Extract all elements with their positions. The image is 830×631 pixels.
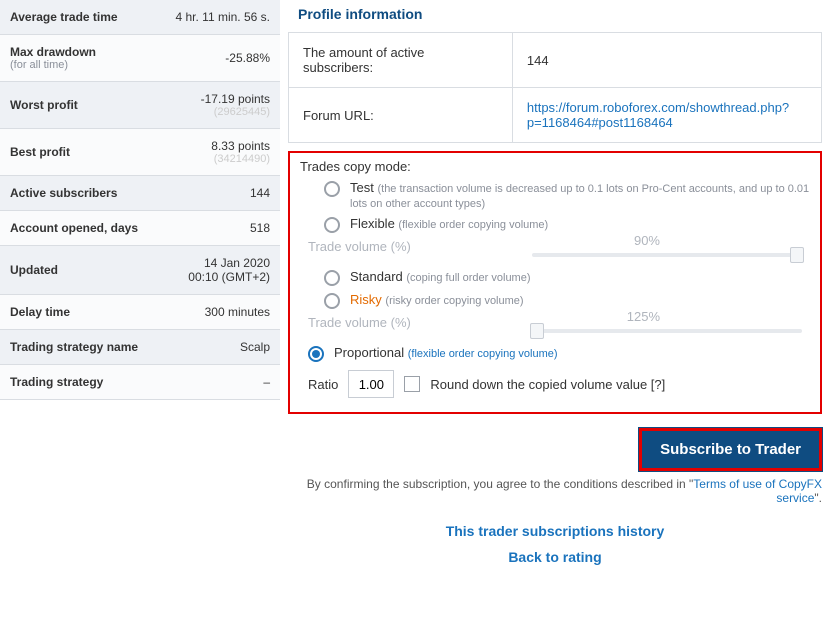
stat-updated: Updated 14 Jan 2020 00:10 (GMT+2): [0, 246, 280, 295]
stat-value: 8.33 points (34214490): [211, 139, 270, 165]
stat-value: –: [263, 375, 270, 389]
back-link[interactable]: Back to rating: [508, 549, 601, 565]
stat-value: 518: [250, 221, 270, 235]
radio-icon[interactable]: [324, 270, 340, 286]
stat-label: Trading strategy name: [10, 340, 138, 354]
agree-text: By confirming the subscription, you agre…: [288, 477, 822, 505]
stat-label: Account opened, days: [10, 221, 138, 235]
history-link[interactable]: This trader subscriptions history: [446, 523, 665, 539]
slider1[interactable]: [532, 253, 802, 257]
stat-active-subscribers: Active subscribers 144: [0, 176, 280, 211]
copy-mode-panel: Trades copy mode: Test (the transaction …: [288, 151, 822, 414]
slider-thumb[interactable]: [790, 247, 804, 263]
slider2-value: 125%: [627, 309, 660, 324]
stat-value: Scalp: [240, 340, 270, 354]
stat-label: Best profit: [10, 145, 70, 159]
radio-icon[interactable]: [324, 181, 340, 197]
profile-forum-link[interactable]: https://forum.roboforex.com/showthread.p…: [527, 100, 789, 130]
ratio-input[interactable]: [348, 370, 394, 398]
stat-value: -17.19 points (29625445): [201, 92, 270, 118]
profile-subs-value: 144: [512, 33, 821, 88]
stat-strategy-name: Trading strategy name Scalp: [0, 330, 280, 365]
stat-label: Delay time: [10, 305, 70, 319]
stat-value: 14 Jan 2020 00:10 (GMT+2): [188, 256, 270, 284]
option-test[interactable]: Test (the transaction volume is decrease…: [324, 180, 810, 210]
round-down-label: Round down the copied volume value [?]: [430, 377, 665, 392]
copy-mode-heading: Trades copy mode:: [300, 159, 810, 174]
stats-panel: Average trade time 4 hr. 11 min. 56 s. M…: [0, 0, 280, 575]
stat-best-profit: Best profit 8.33 points (34214490): [0, 129, 280, 176]
subscribe-button[interactable]: Subscribe to Trader: [639, 428, 822, 471]
stat-value: -25.88%: [225, 51, 270, 65]
stat-strategy: Trading strategy –: [0, 365, 280, 400]
slider2[interactable]: [532, 329, 802, 333]
option-standard[interactable]: Standard (coping full order volume): [324, 269, 810, 286]
stat-avg-trade-time: Average trade time 4 hr. 11 min. 56 s.: [0, 0, 280, 35]
option-proportional[interactable]: Proportional (flexible order copying vol…: [308, 345, 810, 362]
stat-account-days: Account opened, days 518: [0, 211, 280, 246]
slider-thumb[interactable]: [530, 323, 544, 339]
stat-label: Trading strategy: [10, 375, 103, 389]
option-flexible[interactable]: Flexible (flexible order copying volume): [324, 216, 810, 233]
radio-icon[interactable]: [308, 346, 324, 362]
stat-value: 144: [250, 186, 270, 200]
terms-link[interactable]: Terms of use of CopyFX service: [693, 477, 822, 505]
option-risky[interactable]: Risky (risky order copying volume): [324, 292, 810, 309]
stat-label: Active subscribers: [10, 186, 117, 200]
stat-label: Updated: [10, 263, 58, 277]
profile-heading: Profile information: [288, 0, 822, 32]
stat-label: Max drawdown (for all time): [10, 45, 96, 71]
slider1-value: 90%: [634, 233, 660, 248]
ratio-label: Ratio: [308, 377, 338, 392]
stat-value: 4 hr. 11 min. 56 s.: [176, 10, 271, 24]
stat-label: Average trade time: [10, 10, 118, 24]
trade-volume-heading-1: Trade volume (%): [308, 239, 411, 254]
profile-forum-label: Forum URL:: [289, 88, 513, 143]
trade-volume-heading-2: Trade volume (%): [308, 315, 411, 330]
stat-worst-profit: Worst profit -17.19 points (29625445): [0, 82, 280, 129]
radio-icon[interactable]: [324, 217, 340, 233]
radio-icon[interactable]: [324, 293, 340, 309]
stat-value: 300 minutes: [205, 305, 270, 319]
round-down-checkbox[interactable]: [404, 376, 420, 392]
profile-table: The amount of active subscribers: 144 Fo…: [288, 32, 822, 143]
stat-max-drawdown: Max drawdown (for all time) -25.88%: [0, 35, 280, 82]
stat-delay-time: Delay time 300 minutes: [0, 295, 280, 330]
profile-subs-label: The amount of active subscribers:: [289, 33, 513, 88]
stat-label: Worst profit: [10, 98, 78, 112]
